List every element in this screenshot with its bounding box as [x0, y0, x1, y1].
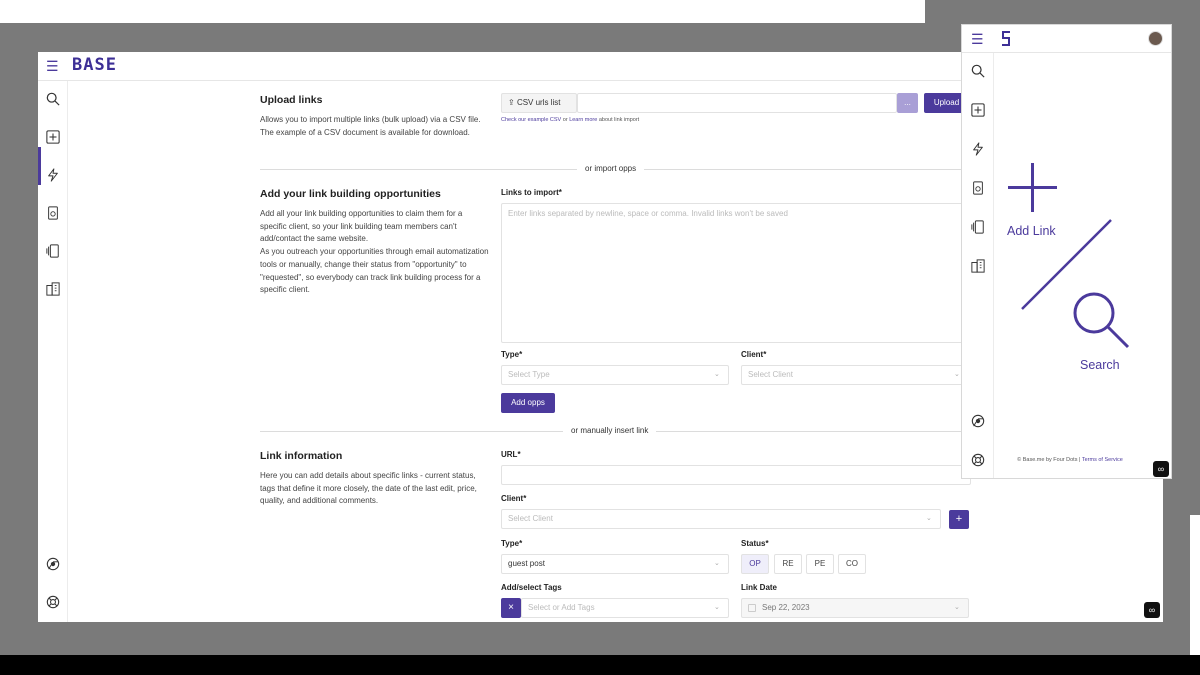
mobile-sidebar [962, 53, 994, 478]
chevron-down-icon: ⌄ [714, 371, 720, 378]
links-to-import-label: Links to import* [501, 188, 562, 197]
document-dollar-icon[interactable] [44, 204, 62, 222]
browse-button[interactable]: ... [897, 93, 918, 113]
link-date-label: Link Date [741, 583, 778, 592]
mobile-logo-icon[interactable] [1000, 30, 1012, 47]
type-select-2-value: guest post [508, 559, 545, 568]
background-window-strip [0, 0, 925, 23]
divider-manual-text: or manually insert link [563, 426, 657, 435]
search-icon[interactable] [969, 62, 987, 80]
tags-select-placeholder: Select or Add Tags [528, 603, 595, 612]
cards-icon[interactable] [44, 242, 62, 260]
client-label: Client* [741, 350, 767, 359]
mobile-footer: © Base.me by Four Dots | Terms of Servic… [1010, 456, 1130, 465]
app-logo[interactable]: BASE [72, 55, 117, 75]
client-label-2: Client* [501, 494, 527, 503]
help-suffix-text: about link import [598, 117, 640, 123]
csv-file-input[interactable] [577, 93, 897, 113]
background-window-strip-right [1190, 515, 1200, 655]
status-co-button[interactable]: CO [838, 554, 866, 574]
opps-title: Add your link building opportunities [260, 188, 441, 200]
document-dollar-icon[interactable] [969, 179, 987, 197]
status-label: Status* [741, 539, 769, 548]
link-info-description: Here you can add details about specific … [260, 471, 477, 506]
link-date-input[interactable]: Sep 22, 2023 ⌄ [741, 598, 969, 618]
bottom-bar [0, 655, 1200, 675]
clear-tags-button[interactable]: × [501, 598, 521, 618]
help-lifebuoy-icon[interactable] [969, 451, 987, 469]
type-select-placeholder: Select Type [508, 370, 550, 379]
add-icon[interactable] [969, 101, 987, 119]
link-chain-icon[interactable]: ∞ [1153, 461, 1169, 477]
terms-of-service-link[interactable]: Terms of Service [1082, 457, 1123, 463]
learn-more-link[interactable]: Learn more [569, 117, 597, 123]
mobile-menu-icon[interactable]: ☰ [971, 32, 985, 46]
upload-title: Upload links [260, 94, 323, 106]
url-input[interactable] [501, 465, 971, 485]
add-link-plus-icon[interactable] [1006, 161, 1059, 214]
mobile-window: ☰ Add Link Search © Base.me by Four Dots… [961, 24, 1172, 479]
calendar-icon [748, 604, 756, 612]
search-large-icon[interactable] [1070, 289, 1133, 352]
links-to-import-textarea[interactable]: Enter links separated by newline, space … [501, 203, 971, 343]
add-opps-button[interactable]: Add opps [501, 393, 555, 413]
sidebar-active-indicator [38, 147, 41, 185]
avatar[interactable] [1148, 31, 1163, 46]
type-select[interactable]: Select Type ⌄ [501, 365, 729, 385]
upload-icon: ⇪ [508, 98, 515, 107]
link-chain-icon[interactable]: ∞ [1144, 602, 1160, 618]
buildings-icon[interactable] [969, 257, 987, 275]
client-select-placeholder: Select Client [748, 370, 793, 379]
status-re-button[interactable]: RE [774, 554, 802, 574]
divider-import-text: or import opps [577, 164, 645, 173]
upload-help-text: Check our example CSV or Learn more abou… [501, 117, 639, 123]
help-or-text: or [562, 117, 568, 123]
chevron-down-icon: ⌄ [714, 560, 720, 567]
client-select-2-placeholder: Select Client [508, 514, 553, 523]
type-label-2: Type* [501, 539, 523, 548]
client-select-2[interactable]: Select Client ⌄ [501, 509, 941, 529]
tags-select[interactable]: Select or Add Tags ⌄ [521, 598, 729, 618]
chevron-down-icon: ⌄ [954, 604, 960, 611]
help-lifebuoy-icon[interactable] [44, 593, 62, 611]
status-op-button[interactable]: OP [741, 554, 769, 574]
lightning-icon[interactable] [44, 166, 62, 184]
type-label: Type* [501, 350, 523, 359]
search-label[interactable]: Search [1080, 358, 1120, 372]
menu-icon[interactable]: ☰ [46, 59, 60, 73]
add-client-button[interactable]: + [949, 510, 969, 529]
tags-label: Add/select Tags [501, 583, 562, 592]
client-select[interactable]: Select Client ⌄ [741, 365, 969, 385]
buildings-icon[interactable] [44, 280, 62, 298]
sidebar [38, 81, 68, 622]
type-select-2[interactable]: guest post ⌄ [501, 554, 729, 574]
link-info-title: Link information [260, 450, 343, 462]
status-group: OP RE PE CO [741, 554, 881, 574]
lightning-icon[interactable] [969, 140, 987, 158]
csv-file-label: CSV urls list [516, 98, 561, 107]
upload-description: Allows you to import multiple links (bul… [260, 115, 481, 137]
cards-icon[interactable] [969, 218, 987, 236]
add-icon[interactable] [44, 128, 62, 146]
chrome-icon[interactable] [969, 412, 987, 430]
url-label: URL* [501, 450, 521, 459]
opps-description: Add all your link building opportunities… [260, 209, 489, 295]
chrome-icon[interactable] [44, 555, 62, 573]
status-pe-button[interactable]: PE [806, 554, 834, 574]
example-csv-link[interactable]: Check our example CSV [501, 117, 561, 123]
csv-file-button[interactable]: ⇪ CSV urls list [501, 93, 577, 113]
link-date-value: Sep 22, 2023 [762, 603, 810, 612]
mobile-top-bar: ☰ [962, 25, 1171, 53]
search-icon[interactable] [44, 90, 62, 108]
chevron-down-icon: ⌄ [926, 515, 932, 522]
chevron-down-icon: ⌄ [714, 604, 720, 611]
footer-copyright: © Base.me by Four Dots | [1017, 457, 1081, 463]
